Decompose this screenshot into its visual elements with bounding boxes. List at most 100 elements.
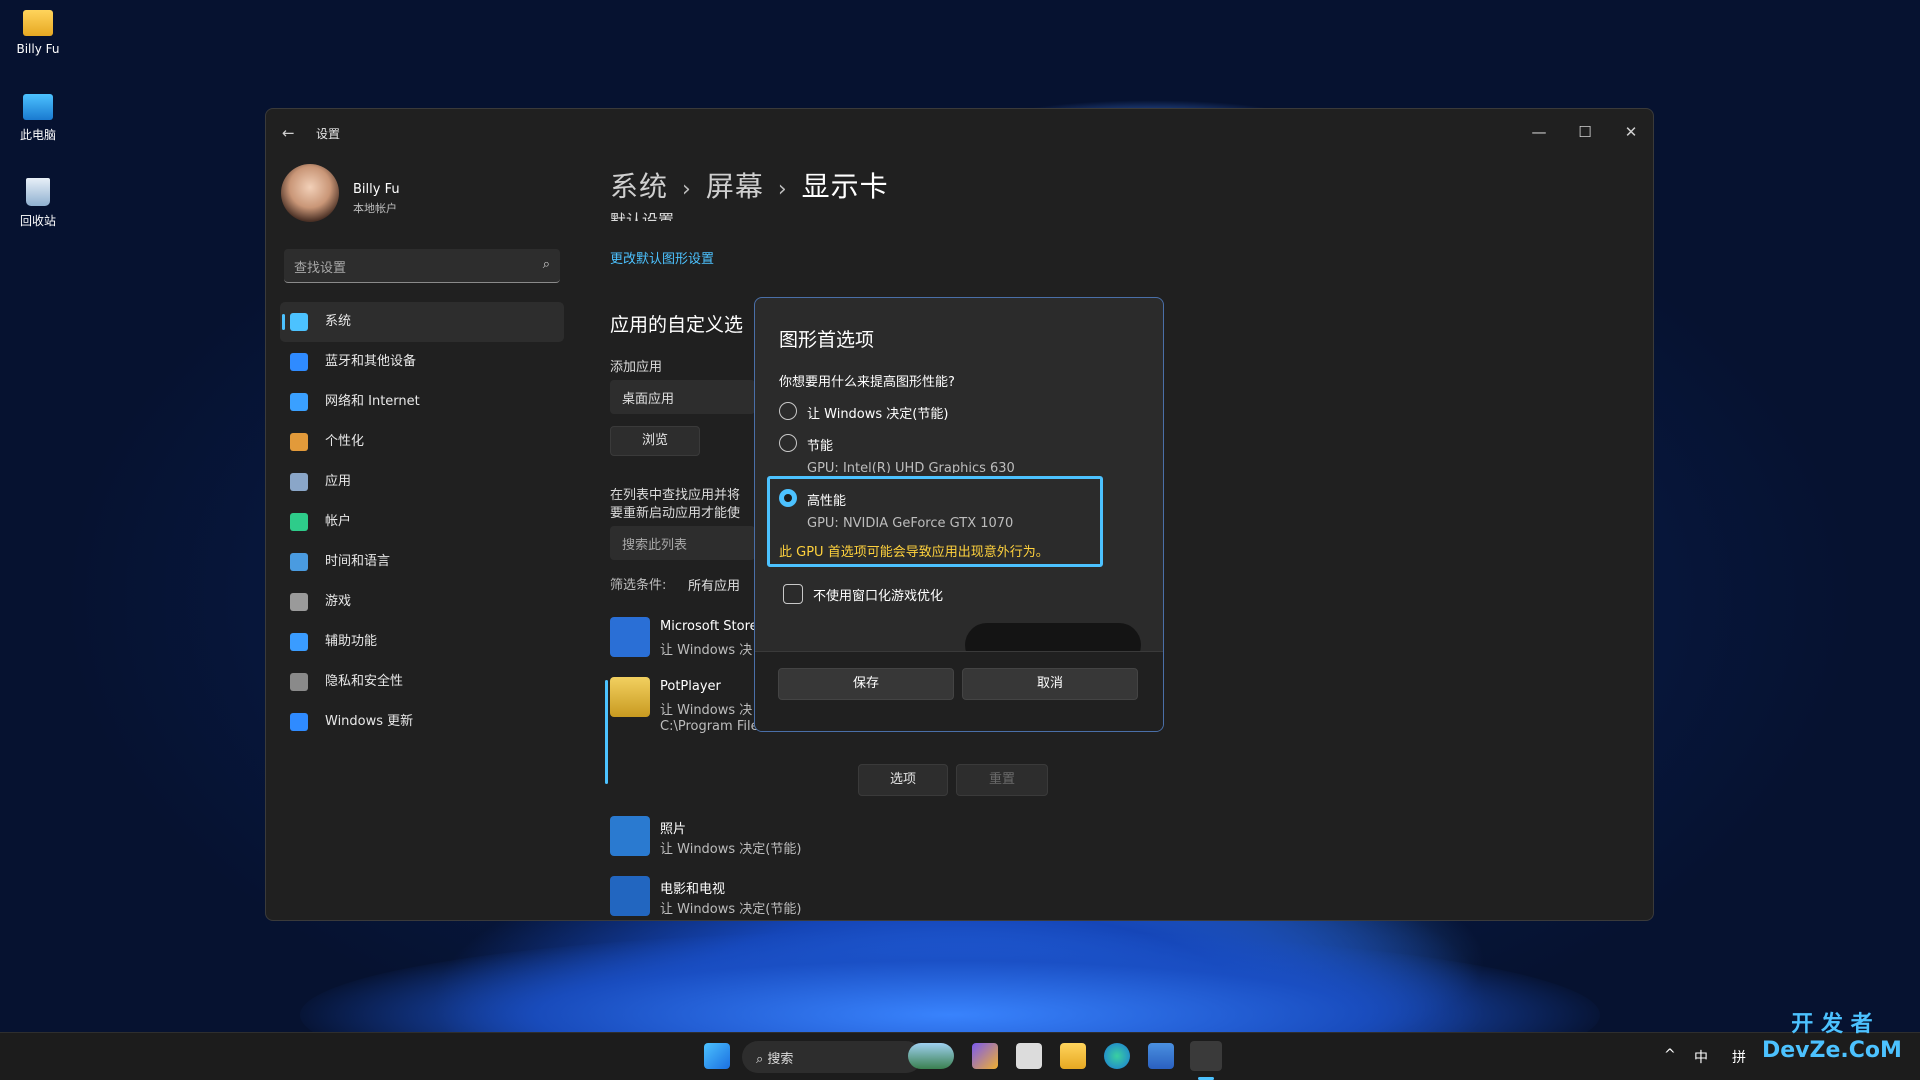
user-account-type: 本地帐户 [353, 202, 397, 215]
ime-language-indicator[interactable]: 中 [1694, 1047, 1708, 1067]
radio-label-power-saving: 节能 [807, 439, 834, 454]
dialog-footer: 保存 取消 [755, 651, 1163, 731]
breadcrumb-item-system[interactable]: 系统 [610, 170, 668, 203]
high-performance-gpu-name: GPU: NVIDIA GeForce GTX 1070 [807, 516, 1014, 531]
close-button[interactable]: ✕ [1611, 117, 1651, 147]
sidebar-item-label: 隐私和安全性 [325, 674, 404, 689]
app-name: 照片 [660, 822, 687, 837]
taskbar-search-box[interactable]: ⌕ 搜索 [742, 1041, 922, 1073]
radio-power-saving[interactable] [779, 434, 797, 452]
dialog-title: 图形首选项 [779, 329, 875, 351]
breadcrumb: 系统 › 屏幕 › 显示卡 [610, 165, 889, 205]
sidebar-item-label: 系统 [325, 314, 352, 329]
app-preference: 让 Windows 决定(节能) [660, 842, 802, 857]
sidebar-item-label: 时间和语言 [325, 554, 391, 569]
sidebar-item-label: 游戏 [325, 594, 352, 609]
sidebar-item[interactable]: 个性化 [280, 422, 564, 462]
sidebar-item[interactable]: 应用 [280, 462, 564, 502]
sidebar-item-label: 网络和 Internet [325, 394, 420, 409]
windowed-game-opt-checkbox[interactable] [783, 584, 803, 604]
app-name: 电影和电视 [660, 882, 726, 897]
store-icon[interactable] [1148, 1043, 1174, 1069]
accessibility-icon [290, 633, 308, 651]
sidebar-item[interactable]: 游戏 [280, 582, 564, 622]
sidebar-item[interactable]: 蓝牙和其他设备 [280, 342, 564, 382]
apps-icon [290, 473, 308, 491]
bluetooth-icon [290, 353, 308, 371]
maximize-button[interactable]: ☐ [1565, 117, 1605, 147]
desktop-icon-label: 回收站 [19, 214, 56, 228]
folder-icon [23, 10, 53, 36]
browse-button[interactable]: 浏览 [610, 426, 700, 456]
sidebar-item[interactable]: 网络和 Internet [280, 382, 564, 422]
reset-button[interactable]: 重置 [956, 764, 1048, 796]
title-bar: ← 设置 — ☐ ✕ [266, 109, 1653, 157]
search-icon[interactable]: ⌕ [543, 257, 550, 272]
search-input[interactable]: 查找设置 [294, 257, 346, 276]
minimize-button[interactable]: — [1519, 117, 1559, 147]
ime-mode-indicator[interactable]: 拼 [1732, 1047, 1746, 1067]
app-name: Microsoft Store [660, 619, 758, 634]
selected-row-indicator [605, 680, 608, 784]
cancel-button[interactable]: 取消 [962, 668, 1138, 700]
custom-options-heading: 应用的自定义选 [610, 314, 744, 336]
breadcrumb-separator: › [777, 177, 788, 202]
sidebar-item[interactable]: 帐户 [280, 502, 564, 542]
gamepad-icon [290, 593, 308, 611]
sidebar-nav: 系统蓝牙和其他设备网络和 Internet 个性化应用帐户时间和语言游戏辅助功能隐… [280, 302, 564, 742]
settings-gear-icon[interactable] [1190, 1041, 1222, 1071]
person-icon [290, 513, 308, 531]
app-preference: 让 Windows 决 [660, 703, 753, 718]
widgets-icon[interactable] [972, 1043, 998, 1069]
avatar[interactable] [281, 164, 339, 222]
brush-icon [290, 433, 308, 451]
sidebar-item-label: 应用 [325, 474, 352, 489]
options-button[interactable]: 选项 [858, 764, 948, 796]
start-windows-icon[interactable] [704, 1043, 730, 1069]
app-path: C:\Program File [660, 719, 759, 734]
desktop-icon-this-pc[interactable]: 此电脑 [10, 94, 66, 143]
default-settings-heading: 默认设置 [610, 211, 675, 221]
sidebar-item[interactable]: Windows 更新 [280, 702, 564, 742]
app-preference: 让 Windows 决定(节能) [660, 902, 802, 917]
app-type-dropdown[interactable]: 桌面应用 [610, 380, 755, 414]
radio-label-high-performance: 高性能 [807, 494, 847, 509]
sidebar-item[interactable]: 辅助功能 [280, 622, 564, 662]
desktop-icon-recycle-bin[interactable]: 回收站 [10, 178, 66, 229]
radio-high-performance[interactable] [779, 489, 797, 507]
dialog-question: 你想要用什么来提高图形性能? [779, 375, 955, 390]
info-text-line1: 在列表中查找应用并将 [610, 488, 741, 503]
taskbar: ⌕ 搜索 ^ 中 拼 [0, 1032, 1920, 1080]
filter-dropdown[interactable]: 所有应用 [676, 567, 756, 599]
app-name: PotPlayer [660, 679, 721, 694]
radio-label-let-windows-decide: 让 Windows 决定(节能) [807, 407, 949, 422]
sidebar-item[interactable]: 隐私和安全性 [280, 662, 564, 702]
globe-clock-icon [290, 553, 308, 571]
sidebar-item[interactable]: 系统 [280, 302, 564, 342]
sidebar-item-label: Windows 更新 [325, 714, 414, 729]
sidebar-item-label: 辅助功能 [325, 634, 378, 649]
edge-browser-icon[interactable] [1104, 1043, 1130, 1069]
desktop-icon-user-folder[interactable]: Billy Fu [10, 10, 66, 56]
breadcrumb-item-display[interactable]: 屏幕 [706, 170, 764, 203]
save-button[interactable]: 保存 [778, 668, 954, 700]
settings-search-box[interactable]: 查找设置 ⌕ [284, 249, 560, 283]
app-preference: 让 Windows 决 [660, 643, 753, 658]
potplayer-icon [610, 677, 650, 717]
file-explorer-icon[interactable] [1060, 1043, 1086, 1069]
back-arrow-icon[interactable]: ← [282, 123, 302, 143]
update-icon [290, 713, 308, 731]
tray-chevron-icon[interactable]: ^ [1664, 1047, 1676, 1063]
desktop-icon-label: Billy Fu [16, 42, 60, 56]
search-list-input[interactable]: 搜索此列表 [610, 526, 755, 560]
search-icon: ⌕ [756, 1052, 768, 1067]
radio-let-windows-decide[interactable] [779, 402, 797, 420]
monitor-icon [290, 313, 308, 331]
info-text-line2: 要重新启动应用才能使 [610, 506, 741, 521]
window-title: 设置 [316, 127, 341, 141]
task-view-icon[interactable] [1016, 1043, 1042, 1069]
change-default-graphics-link[interactable]: 更改默认图形设置 [610, 248, 714, 267]
taskbar-search-label: 搜索 [767, 1052, 794, 1067]
sidebar-item[interactable]: 时间和语言 [280, 542, 564, 582]
search-highlight-icon[interactable] [908, 1043, 954, 1069]
